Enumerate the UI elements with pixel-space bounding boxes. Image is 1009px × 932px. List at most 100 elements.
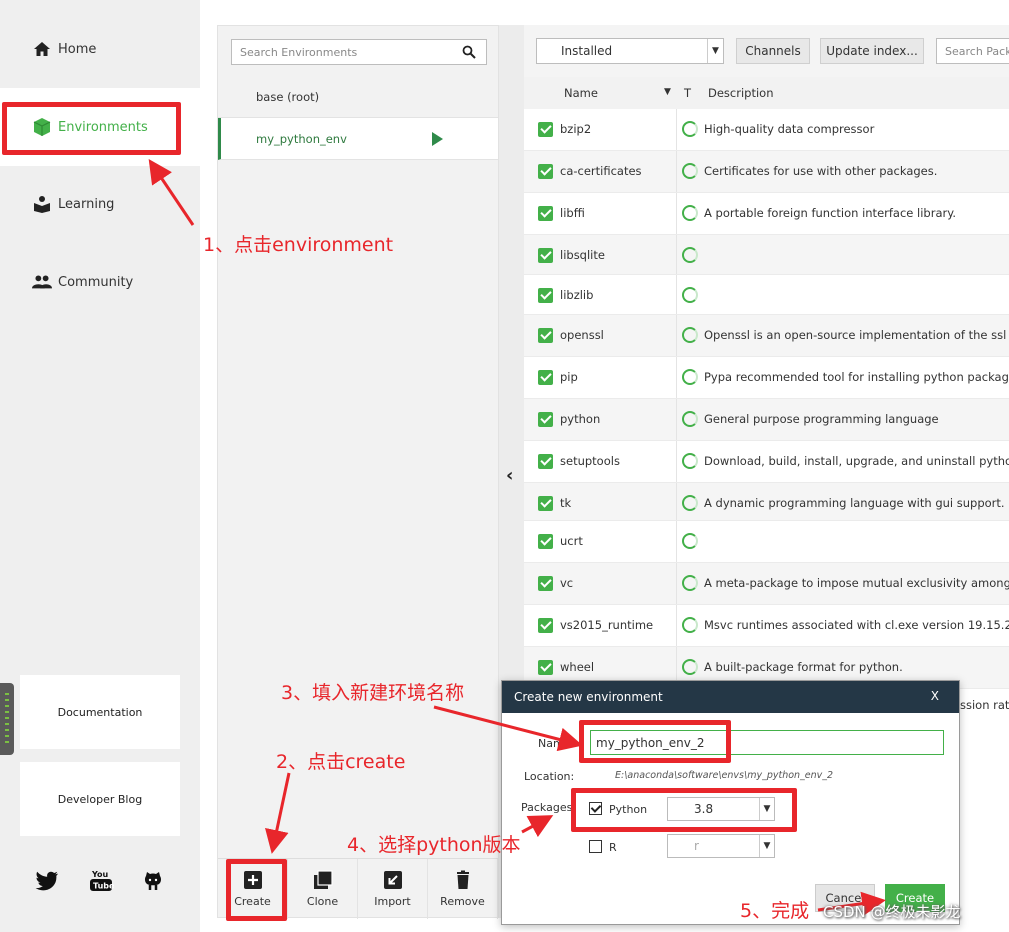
- column-divider: [676, 521, 677, 562]
- column-divider: [676, 315, 677, 356]
- nav-home[interactable]: Home: [0, 10, 200, 88]
- anaconda-navigator-window: Home Environments Learning Community Doc…: [0, 0, 1009, 932]
- package-checkbox[interactable]: [538, 248, 553, 263]
- package-description: A built-package format for python.: [704, 660, 903, 674]
- package-description: Msvc runtimes associated with cl.exe ver…: [704, 618, 1009, 632]
- package-status-icon: [682, 533, 698, 549]
- package-checkbox[interactable]: [538, 370, 553, 385]
- developer-blog-card[interactable]: Developer Blog: [20, 762, 180, 836]
- play-icon[interactable]: [432, 132, 443, 146]
- svg-text:You: You: [91, 870, 109, 879]
- package-status-icon: [682, 247, 698, 263]
- package-checkbox[interactable]: [538, 618, 553, 633]
- column-divider: [676, 399, 677, 440]
- package-row[interactable]: openssl Openssl is an open-source impleme…: [524, 315, 1009, 357]
- package-checkbox[interactable]: [538, 496, 553, 511]
- column-type-header[interactable]: T: [684, 86, 691, 100]
- package-description: High-quality data compressor: [704, 122, 875, 136]
- column-description-header[interactable]: Description: [708, 86, 774, 100]
- package-description: A dynamic programming language with gui …: [704, 496, 1009, 510]
- package-name: ucrt: [560, 534, 583, 548]
- channels-button[interactable]: Channels: [736, 38, 810, 64]
- clone-button[interactable]: Clone: [288, 859, 358, 919]
- package-row[interactable]: tk A dynamic programming language with gu…: [524, 483, 1009, 521]
- r-version-select[interactable]: r ▼: [667, 834, 775, 858]
- package-description: Pypa recommended tool for installing pyt…: [704, 370, 1009, 384]
- package-row[interactable]: vc A meta-package to impose mutual exclus…: [524, 563, 1009, 605]
- update-index-button[interactable]: Update index...: [820, 38, 924, 64]
- env-item-my-python-env[interactable]: my_python_env: [218, 118, 498, 160]
- nav-learning[interactable]: Learning: [0, 165, 200, 243]
- package-row[interactable]: vs2015_runtime Msvc runtimes associated w…: [524, 605, 1009, 647]
- package-name: libzlib: [560, 288, 594, 302]
- search-packages-input[interactable]: Search Packages: [936, 38, 1009, 64]
- package-name: tk: [560, 496, 572, 510]
- package-row[interactable]: libsqlite: [524, 235, 1009, 275]
- nav-community-label: Community: [58, 274, 134, 290]
- chevron-left-icon[interactable]: ‹: [506, 465, 513, 486]
- youtube-icon[interactable]: You Tube: [88, 868, 114, 894]
- package-name: python: [560, 412, 601, 426]
- package-checkbox[interactable]: [538, 288, 553, 303]
- nav-community[interactable]: Community: [0, 243, 200, 321]
- chevron-down-icon[interactable]: ▼: [664, 87, 671, 97]
- package-description: A portable foreign function interface li…: [704, 206, 957, 220]
- search-icon[interactable]: [462, 45, 476, 62]
- package-row[interactable]: libffi A portable foreign function interf…: [524, 193, 1009, 235]
- package-checkbox[interactable]: [538, 164, 553, 179]
- annotation-step1: 1、点击environment: [203, 234, 394, 256]
- column-divider: [676, 563, 677, 604]
- package-checkbox[interactable]: [538, 534, 553, 549]
- package-checkbox[interactable]: [538, 206, 553, 221]
- package-row[interactable]: bzip2 High-quality data compressor: [524, 109, 1009, 151]
- close-icon[interactable]: X: [931, 689, 939, 703]
- import-button[interactable]: Import: [358, 859, 428, 919]
- r-checkbox[interactable]: [589, 840, 602, 853]
- package-checkbox[interactable]: [538, 412, 553, 427]
- package-status-icon: [682, 369, 698, 385]
- remove-button[interactable]: Remove: [428, 859, 498, 919]
- annotation-step3: 3、填入新建环境名称: [281, 682, 465, 704]
- package-name: pip: [560, 370, 578, 384]
- column-divider: [676, 193, 677, 234]
- package-row[interactable]: pip Pypa recommended tool for installing …: [524, 357, 1009, 399]
- nav-home-label: Home: [58, 41, 97, 57]
- import-icon: [383, 871, 402, 889]
- package-checkbox[interactable]: [538, 122, 553, 137]
- nav-learning-label: Learning: [58, 196, 115, 212]
- packages-label: Packages:: [521, 801, 577, 814]
- highlight-create: [226, 859, 287, 921]
- package-name: vc: [560, 576, 574, 590]
- twitter-icon[interactable]: [34, 868, 60, 894]
- package-row[interactable]: libzlib: [524, 275, 1009, 315]
- package-row[interactable]: ucrt: [524, 521, 1009, 563]
- annotation-step4: 4、选择python版本: [347, 834, 521, 856]
- column-divider: [676, 605, 677, 646]
- package-checkbox[interactable]: [538, 328, 553, 343]
- package-checkbox[interactable]: [538, 660, 553, 675]
- package-row[interactable]: ca-certificates Certificates for use with…: [524, 151, 1009, 193]
- package-row[interactable]: setuptools Download, build, install, upgr…: [524, 441, 1009, 483]
- github-icon[interactable]: [140, 868, 166, 894]
- package-filter-select[interactable]: Installed ▼: [536, 38, 724, 64]
- location-value: E:\anaconda\software\envs\my_python_env_…: [615, 770, 834, 781]
- package-name: wheel: [560, 660, 595, 674]
- env-item-base[interactable]: base (root): [218, 76, 498, 118]
- package-checkbox[interactable]: [538, 454, 553, 469]
- column-divider: [676, 483, 677, 520]
- package-name: setuptools: [560, 454, 620, 468]
- resize-grip[interactable]: [0, 683, 14, 755]
- column-divider: [676, 235, 677, 274]
- package-name: bzip2: [560, 122, 592, 136]
- env-item-label: base (root): [256, 89, 320, 104]
- package-row[interactable]: python General purpose programming langua…: [524, 399, 1009, 441]
- dialog-header: Create new environment X: [502, 681, 959, 713]
- package-name: libsqlite: [560, 248, 605, 262]
- search-environments-placeholder: Search Environments: [240, 45, 358, 59]
- book-icon: [32, 194, 52, 214]
- search-environments-input[interactable]: Search Environments: [231, 39, 487, 65]
- column-name-header[interactable]: Name: [564, 86, 598, 100]
- highlight-python-version: [571, 788, 797, 832]
- package-checkbox[interactable]: [538, 576, 553, 591]
- documentation-card[interactable]: Documentation: [20, 675, 180, 749]
